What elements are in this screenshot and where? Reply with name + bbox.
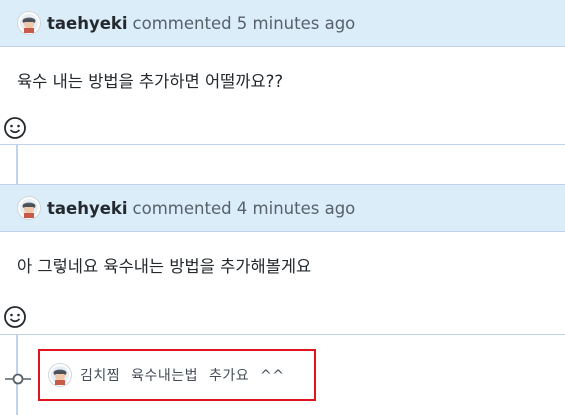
git-commit-icon — [5, 373, 31, 385]
comment-header: taehyeki commented 5 minutes ago — [0, 0, 565, 47]
add-reaction-button[interactable] — [3, 116, 27, 140]
comment-2: taehyeki commented 4 minutes ago 아 그렇네요 … — [0, 184, 565, 307]
user-avatar-icon[interactable] — [17, 11, 41, 35]
comment-body: 아 그렇네요 육수내는 방법을 추가해볼게요 — [17, 257, 312, 276]
reaction-divider — [0, 144, 565, 145]
user-avatar-icon[interactable] — [17, 196, 41, 220]
comment-timestamp[interactable]: commented 5 minutes ago — [133, 14, 356, 33]
comment-body: 육수 내는 방법을 추가하면 어떨까요?? — [17, 72, 284, 91]
smiley-icon — [4, 306, 26, 328]
add-reaction-button[interactable] — [3, 305, 27, 329]
reaction-divider — [0, 334, 565, 335]
comment-timestamp[interactable]: commented 4 minutes ago — [133, 199, 356, 218]
user-avatar-icon[interactable] — [48, 363, 72, 387]
comment-author[interactable]: taehyeki — [47, 199, 128, 218]
commit-message[interactable]: 김치찜 육수내는법 추가요 ^^ — [80, 365, 285, 385]
timeline-rail — [16, 144, 18, 184]
smiley-icon — [4, 117, 26, 139]
comment-1: taehyeki commented 5 minutes ago 육수 내는 방… — [0, 0, 565, 122]
commit-event[interactable]: 김치찜 육수내는법 추가요 ^^ — [38, 349, 316, 401]
comment-author[interactable]: taehyeki — [47, 14, 128, 33]
comment-header: taehyeki commented 4 minutes ago — [0, 185, 565, 232]
